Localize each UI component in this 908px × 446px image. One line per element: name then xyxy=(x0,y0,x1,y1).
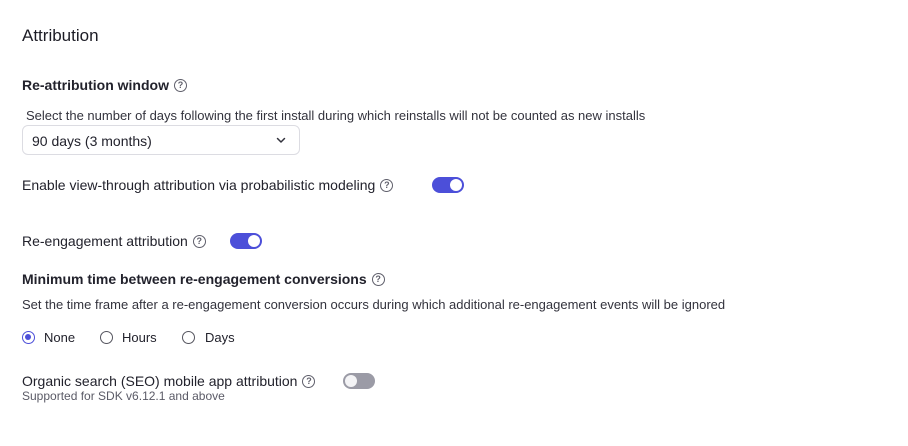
reengagement-label: Re-engagement attribution xyxy=(22,233,188,249)
seo-toggle[interactable] xyxy=(343,373,375,389)
help-circle-icon[interactable]: ? xyxy=(192,234,206,248)
seo-heading: Organic search (SEO) mobile app attribut… xyxy=(22,373,316,389)
min-time-label: Minimum time between re-engagement conve… xyxy=(22,271,367,287)
toggle-knob xyxy=(248,235,260,247)
reattribution-window-select[interactable]: 90 days (3 months) xyxy=(22,125,300,155)
min-time-description: Set the time frame after a re-engagement… xyxy=(22,297,726,312)
seo-note: Supported for SDK v6.12.1 and above xyxy=(22,389,225,403)
help-circle-icon[interactable]: ? xyxy=(302,374,316,388)
reengagement-heading: Re-engagement attribution? xyxy=(22,233,206,249)
radio-days-label[interactable]: Days xyxy=(205,330,235,345)
reattribution-heading: Re-attribution window? xyxy=(22,77,187,93)
radio-none[interactable] xyxy=(22,331,35,344)
reattribution-label: Re-attribution window xyxy=(22,77,169,93)
reengagement-toggle[interactable] xyxy=(230,233,262,249)
help-circle-icon[interactable]: ? xyxy=(380,178,394,192)
toggle-knob xyxy=(450,179,462,191)
seo-label: Organic search (SEO) mobile app attribut… xyxy=(22,373,298,389)
reattribution-description: Select the number of days following the … xyxy=(26,108,646,123)
radio-hours[interactable] xyxy=(100,331,113,344)
section-title: Attribution xyxy=(22,26,99,45)
view-through-heading: Enable view-through attribution via prob… xyxy=(22,177,394,193)
view-through-toggle[interactable] xyxy=(432,177,464,193)
radio-none-label[interactable]: None xyxy=(44,330,75,345)
view-through-label: Enable view-through attribution via prob… xyxy=(22,177,376,193)
radio-days[interactable] xyxy=(182,331,195,344)
help-circle-icon[interactable]: ? xyxy=(371,272,385,286)
toggle-knob xyxy=(345,375,357,387)
select-value: 90 days (3 months) xyxy=(32,133,152,149)
min-time-heading: Minimum time between re-engagement conve… xyxy=(22,271,385,287)
radio-hours-label[interactable]: Hours xyxy=(122,330,157,345)
chevron-down-icon xyxy=(276,137,286,143)
help-circle-icon[interactable]: ? xyxy=(173,78,187,92)
